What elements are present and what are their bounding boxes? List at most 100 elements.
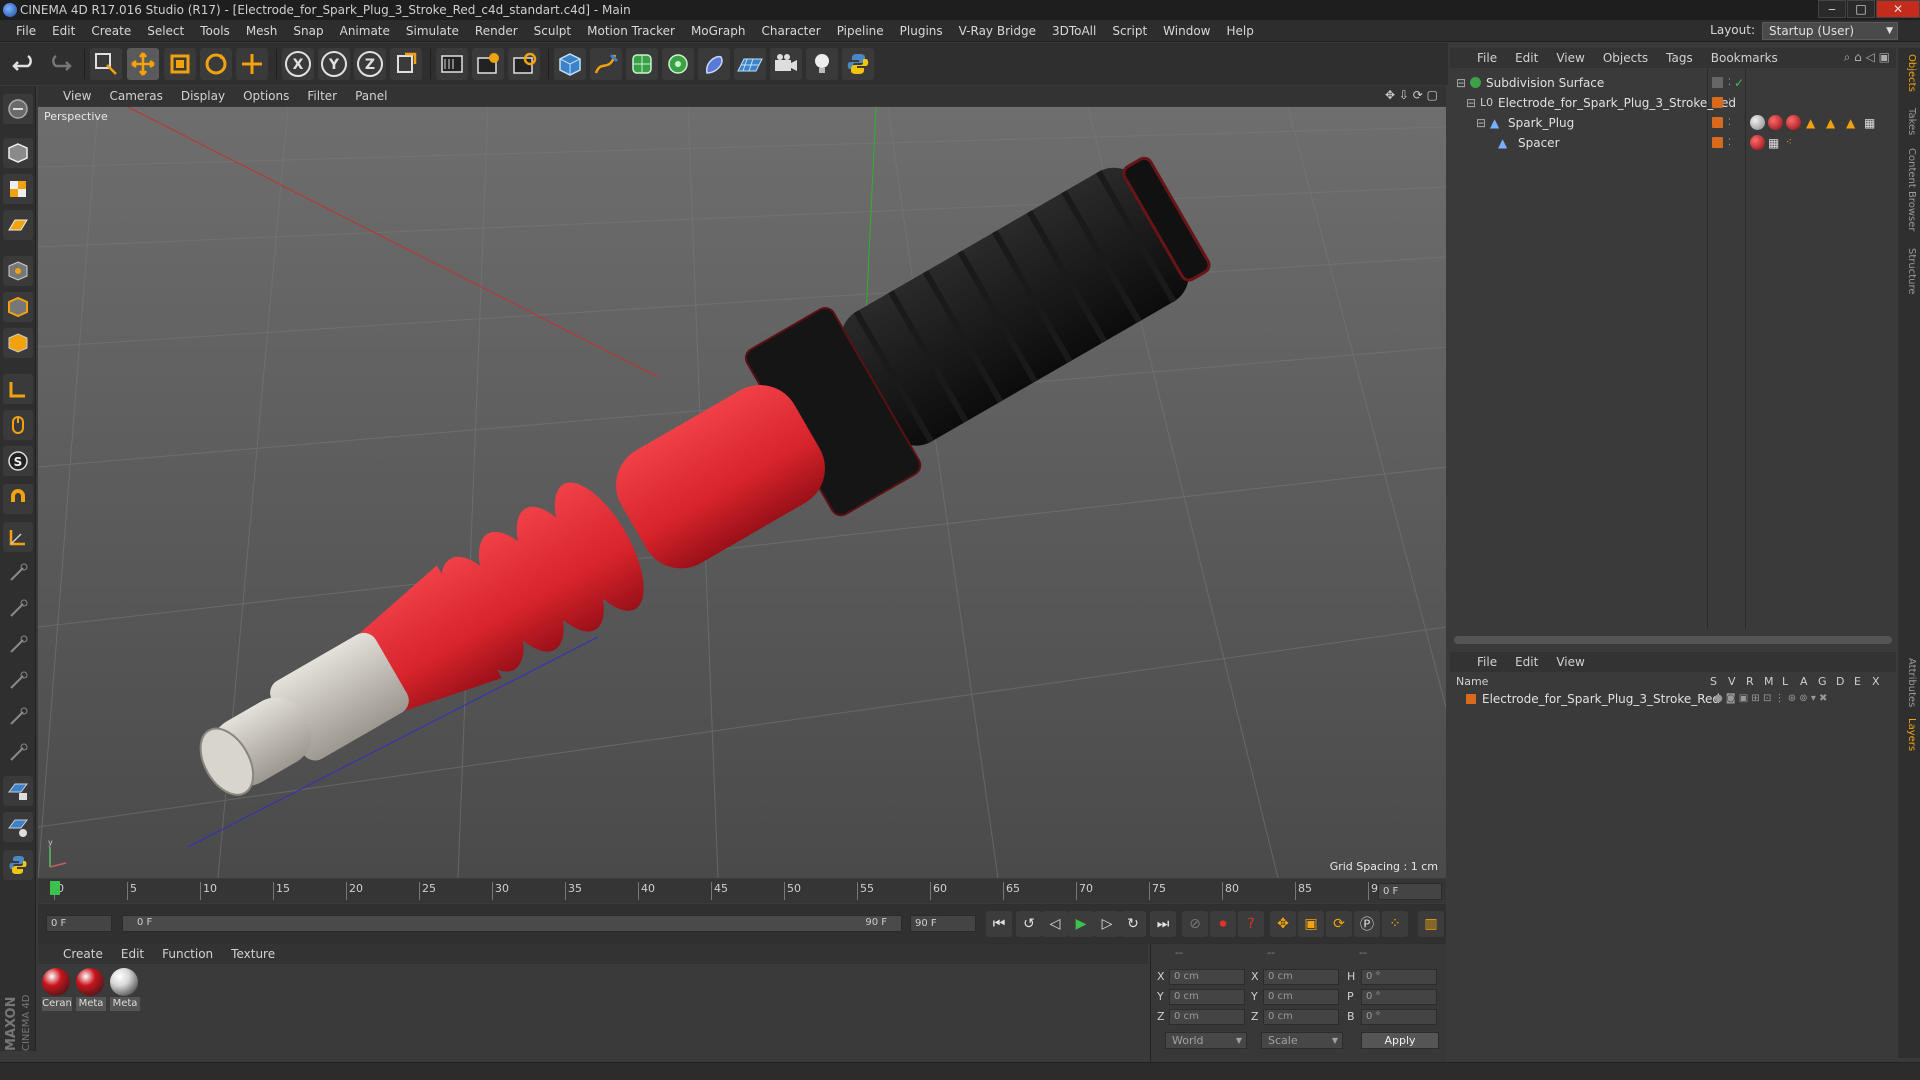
layer-color-swatch[interactable]	[1466, 694, 1476, 704]
layer-col-animation[interactable]: A	[1800, 675, 1808, 688]
close-button[interactable]: ✕	[1876, 0, 1920, 18]
render-view-button[interactable]	[436, 48, 468, 80]
collapse-icon[interactable]: ⊟	[1456, 73, 1466, 93]
play-button[interactable]: ▶	[1068, 911, 1094, 937]
3d-viewport[interactable]: y Perspective Grid Spacing : 1 cm	[38, 107, 1446, 878]
layer-col-view[interactable]: V	[1728, 675, 1736, 688]
layer-col-expressions[interactable]: E	[1854, 675, 1861, 688]
menu-file[interactable]: File	[8, 24, 44, 38]
layer-color-swatch[interactable]	[1712, 117, 1723, 128]
size-mode-dropdown[interactable]: Scale ▼	[1261, 1032, 1343, 1049]
enabled-check-icon[interactable]: ✓	[1734, 73, 1744, 93]
move-tool-button[interactable]	[127, 48, 159, 80]
visibility-dots-icon[interactable]: ⁚	[1728, 133, 1731, 153]
key-position-button[interactable]: ✥	[1270, 911, 1296, 937]
menu-mesh[interactable]: Mesh	[238, 24, 286, 38]
workplane-settings-button[interactable]	[3, 812, 33, 842]
menu-3dtoall[interactable]: 3DToAll	[1044, 24, 1104, 38]
enable-axis-button[interactable]	[3, 374, 33, 404]
keyframe-selection-button[interactable]: ?	[1238, 911, 1264, 937]
transform-tool-button[interactable]	[236, 48, 268, 80]
timeline-window-button[interactable]: ▥	[1418, 911, 1444, 937]
viewport-menu-filter[interactable]: Filter	[298, 89, 346, 103]
key-scale-button[interactable]: ▣	[1298, 911, 1324, 937]
pos-y-field[interactable]: 0 cm	[1169, 989, 1245, 1005]
key-pla-button[interactable]: ⁘	[1382, 911, 1408, 937]
material-menu-texture[interactable]: Texture	[222, 947, 284, 961]
autokey-button[interactable]: ⏺	[1210, 911, 1236, 937]
menu-render[interactable]: Render	[467, 24, 526, 38]
tab-objects[interactable]: Objects	[1901, 54, 1917, 92]
sculpt-brush-button-5[interactable]	[3, 702, 33, 732]
sculpt-brush-button-2[interactable]	[3, 594, 33, 624]
uvw-tag-icon[interactable]: ▦	[1864, 113, 1875, 133]
material-tag-icon[interactable]	[1768, 115, 1783, 130]
phong-tag-icon[interactable]: ▲	[1846, 113, 1855, 133]
menu-mograph[interactable]: MoGraph	[683, 24, 754, 38]
add-spline-pen-button[interactable]	[590, 48, 622, 80]
x-axis-button[interactable]: X	[282, 48, 314, 80]
object-manager-scrollbar[interactable]	[1454, 636, 1892, 644]
menu-create[interactable]: Create	[83, 24, 139, 38]
python-console-button[interactable]	[3, 850, 33, 880]
y-axis-button[interactable]: Y	[318, 48, 350, 80]
polygons-mode-button[interactable]	[3, 328, 33, 358]
tab-takes[interactable]: Takes	[1901, 108, 1917, 135]
next-frame-button[interactable]: ▷	[1094, 911, 1120, 937]
menu-sculpt[interactable]: Sculpt	[526, 24, 579, 38]
add-subdivision-surface-button[interactable]	[626, 48, 658, 80]
maximize-button[interactable]: □	[1847, 0, 1875, 18]
menu-animate[interactable]: Animate	[332, 24, 398, 38]
previous-frame-button[interactable]: ◁	[1042, 911, 1068, 937]
object-row-subdivision-surface[interactable]: ⊟ Subdivision Surface ⁚ ✓	[1450, 73, 1896, 93]
model-mode-button[interactable]	[3, 138, 33, 168]
phong-tag-icon[interactable]: ▲	[1826, 113, 1835, 133]
timeline-ruler[interactable]: 0 5 10 15 20 25 30 35 40 45 50 55 60 65 …	[38, 879, 1446, 903]
live-selection-button[interactable]	[90, 48, 122, 80]
make-editable-button[interactable]	[3, 94, 33, 124]
sculpt-brush-button-1[interactable]	[3, 558, 33, 588]
viewport-menu-cameras[interactable]: Cameras	[100, 89, 171, 103]
timeline-playhead[interactable]	[50, 881, 60, 895]
viewport-menu-display[interactable]: Display	[172, 89, 234, 103]
objects-menu-view[interactable]: View	[1547, 51, 1593, 65]
coordinate-system-button[interactable]	[390, 48, 422, 80]
object-row-spark-plug[interactable]: ⊟ ▲ Spark_Plug ⁚ ▲ ▲ ▲ ▦	[1450, 113, 1896, 133]
menu-plugins[interactable]: Plugins	[892, 24, 951, 38]
menu-motion-tracker[interactable]: Motion Tracker	[579, 24, 683, 38]
visibility-dots-icon[interactable]: ⁚	[1728, 113, 1731, 133]
add-deformer-button[interactable]	[698, 48, 730, 80]
python-script-button[interactable]	[842, 48, 874, 80]
menu-help[interactable]: Help	[1218, 24, 1261, 38]
pos-z-field[interactable]: 0 cm	[1169, 1009, 1245, 1025]
rot-b-field[interactable]: 0 °	[1361, 1009, 1437, 1025]
add-cloner-button[interactable]	[662, 48, 694, 80]
material-menu-edit[interactable]: Edit	[112, 947, 153, 961]
material-menu-function[interactable]: Function	[153, 947, 222, 961]
material-tag-icon[interactable]	[1750, 115, 1765, 130]
material-item[interactable]: Meta	[76, 968, 106, 1011]
key-parameter-button[interactable]: Ⓟ	[1354, 911, 1380, 937]
sculpt-brush-button-3[interactable]	[3, 630, 33, 660]
layers-menu-edit[interactable]: Edit	[1506, 655, 1547, 669]
add-camera-button[interactable]	[770, 48, 802, 80]
menu-window[interactable]: Window	[1155, 24, 1218, 38]
end-frame-field[interactable]: 90 F	[910, 915, 976, 932]
add-light-button[interactable]	[806, 48, 838, 80]
layer-flag-icons[interactable]: ● ◙ ▣ ⊞ ⊡ ⋮ ⊛ ⊚ ▾ ✖	[1714, 689, 1827, 709]
menu-snap[interactable]: Snap	[285, 24, 331, 38]
object-manager-search-icons[interactable]: ⌕ ⌂ ◁ ▣	[1844, 50, 1890, 65]
objects-menu-objects[interactable]: Objects	[1594, 51, 1657, 65]
material-menu-create[interactable]: Create	[54, 947, 112, 961]
menu-pipeline[interactable]: Pipeline	[829, 24, 892, 38]
size-x-field[interactable]: 0 cm	[1263, 969, 1339, 985]
objects-menu-bookmarks[interactable]: Bookmarks	[1702, 51, 1787, 65]
redo-button[interactable]	[44, 48, 76, 80]
undo-button[interactable]	[8, 48, 40, 80]
layer-swatch-empty[interactable]	[1712, 77, 1723, 88]
objects-menu-file[interactable]: File	[1468, 51, 1506, 65]
objects-menu-edit[interactable]: Edit	[1506, 51, 1547, 65]
menu-script[interactable]: Script	[1104, 24, 1155, 38]
layer-col-solo[interactable]: S	[1710, 675, 1717, 688]
record-keys-button[interactable]: ⊘	[1182, 911, 1208, 937]
